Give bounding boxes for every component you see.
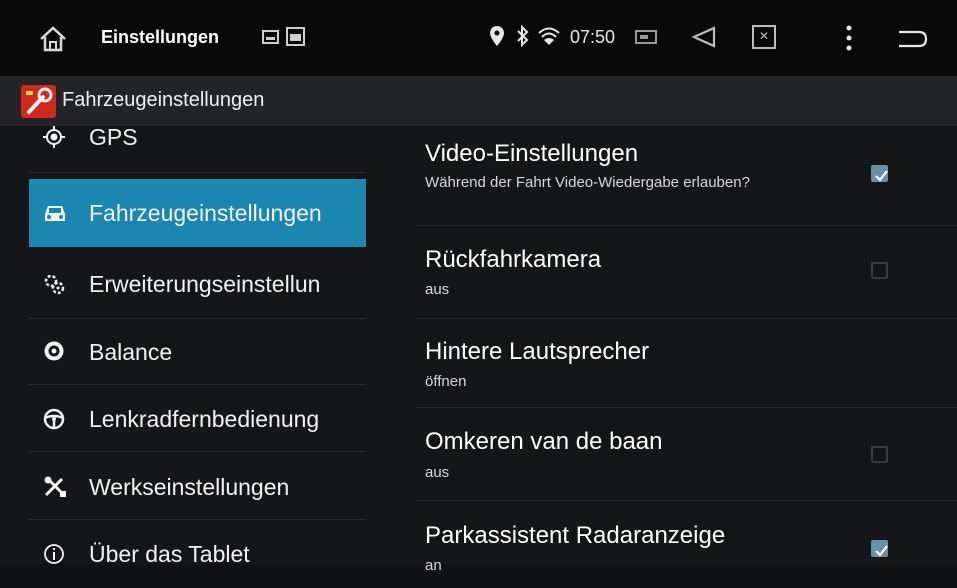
divider <box>29 384 366 385</box>
gallery-notification-icon <box>286 27 305 46</box>
sidebar-item-gps[interactable]: GPS <box>29 104 366 172</box>
car-icon <box>45 206 65 221</box>
sidebar: GPS Fahrzeugeinstellungen Erweiterungsei… <box>0 124 380 567</box>
home-icon[interactable] <box>38 24 68 54</box>
setting-title: Omkeren van de baan <box>425 428 663 455</box>
setting-subtitle: öffnen <box>425 373 467 390</box>
setting-parkassistent-radaranzeige[interactable]: Parkassistent Radaranzeige an <box>408 500 957 574</box>
setting-subtitle: an <box>425 557 442 574</box>
setting-omkeren-van-de-baan[interactable]: Omkeren van de baan aus <box>408 407 957 500</box>
gps-icon <box>43 126 65 148</box>
setting-title: Parkassistent Radaranzeige <box>425 522 726 549</box>
info-icon <box>44 544 64 564</box>
sidebar-item-label: Balance <box>89 339 173 365</box>
steering-wheel-icon <box>43 408 65 430</box>
settings-list: Video-Einstellungen Während der Fahrt Vi… <box>408 126 957 574</box>
setting-video-einstellungen[interactable]: Video-Einstellungen Während der Fahrt Vi… <box>408 126 957 226</box>
sidebar-item-fahrzeugeinstellungen[interactable]: Fahrzeugeinstellungen <box>29 179 366 247</box>
divider <box>29 172 366 173</box>
setting-rueckfahrkamera[interactable]: Rückfahrkamera aus <box>408 226 957 318</box>
battery-icon <box>635 30 657 44</box>
setting-title: Video-Einstellungen <box>425 140 639 167</box>
status-bar: Einstellungen 07:50 ✕ <box>0 0 957 76</box>
screenshot-icon[interactable]: ✕ <box>752 25 776 49</box>
checkmark-icon <box>875 545 888 557</box>
sidebar-item-erweiterungseinstellungen[interactable]: Erweiterungseinstellun <box>29 250 366 318</box>
speaker-icon <box>44 341 64 361</box>
wifi-icon <box>538 27 560 45</box>
sidebar-item-label: Werkseinstellungen <box>89 474 290 500</box>
rueckfahrkamera-checkbox[interactable] <box>871 262 888 279</box>
setting-title: Hintere Lautsprecher <box>425 338 650 365</box>
tools-icon <box>44 476 66 497</box>
parkassistent-checkbox[interactable] <box>871 540 888 557</box>
volume-icon[interactable] <box>690 24 716 50</box>
setting-subtitle: aus <box>425 281 450 298</box>
sidebar-item-label: Fahrzeugeinstellungen <box>89 200 322 226</box>
gears-icon <box>44 274 65 295</box>
omkeren-checkbox[interactable] <box>871 446 888 463</box>
setting-hintere-lautsprecher[interactable]: Hintere Lautsprecher öffnen <box>408 318 957 406</box>
sidebar-item-label: Erweiterungseinstellun <box>89 271 321 297</box>
sidebar-item-label: GPS <box>89 124 138 150</box>
picture-notification-icon <box>262 30 279 44</box>
status-title: Einstellungen <box>101 27 220 47</box>
checkmark-icon <box>875 170 888 182</box>
sidebar-item-balance[interactable]: Balance <box>29 318 366 386</box>
divider <box>29 451 366 452</box>
content-area: GPS Fahrzeugeinstellungen Erweiterungsei… <box>0 124 957 574</box>
status-time: 07:50 <box>570 27 616 47</box>
video-checkbox[interactable] <box>871 165 888 182</box>
sidebar-item-label: Lenkradfernbedienung <box>89 406 320 432</box>
setting-subtitle: aus <box>425 464 450 481</box>
sidebar-item-werkseinstellungen[interactable]: Werkseinstellungen <box>29 453 366 521</box>
sidebar-item-ueber-das-tablet[interactable]: Über das Tablet <box>29 520 366 588</box>
bluetooth-icon <box>517 25 529 47</box>
overflow-menu-icon[interactable] <box>846 24 852 52</box>
back-icon[interactable] <box>895 26 929 50</box>
sidebar-item-lenkradfernbedienung[interactable]: Lenkradfernbedienung <box>29 386 366 454</box>
location-icon <box>490 26 504 46</box>
setting-subtitle: Während der Fahrt Video-Wiedergabe erlau… <box>425 174 750 191</box>
setting-title: Rückfahrkamera <box>425 246 602 273</box>
